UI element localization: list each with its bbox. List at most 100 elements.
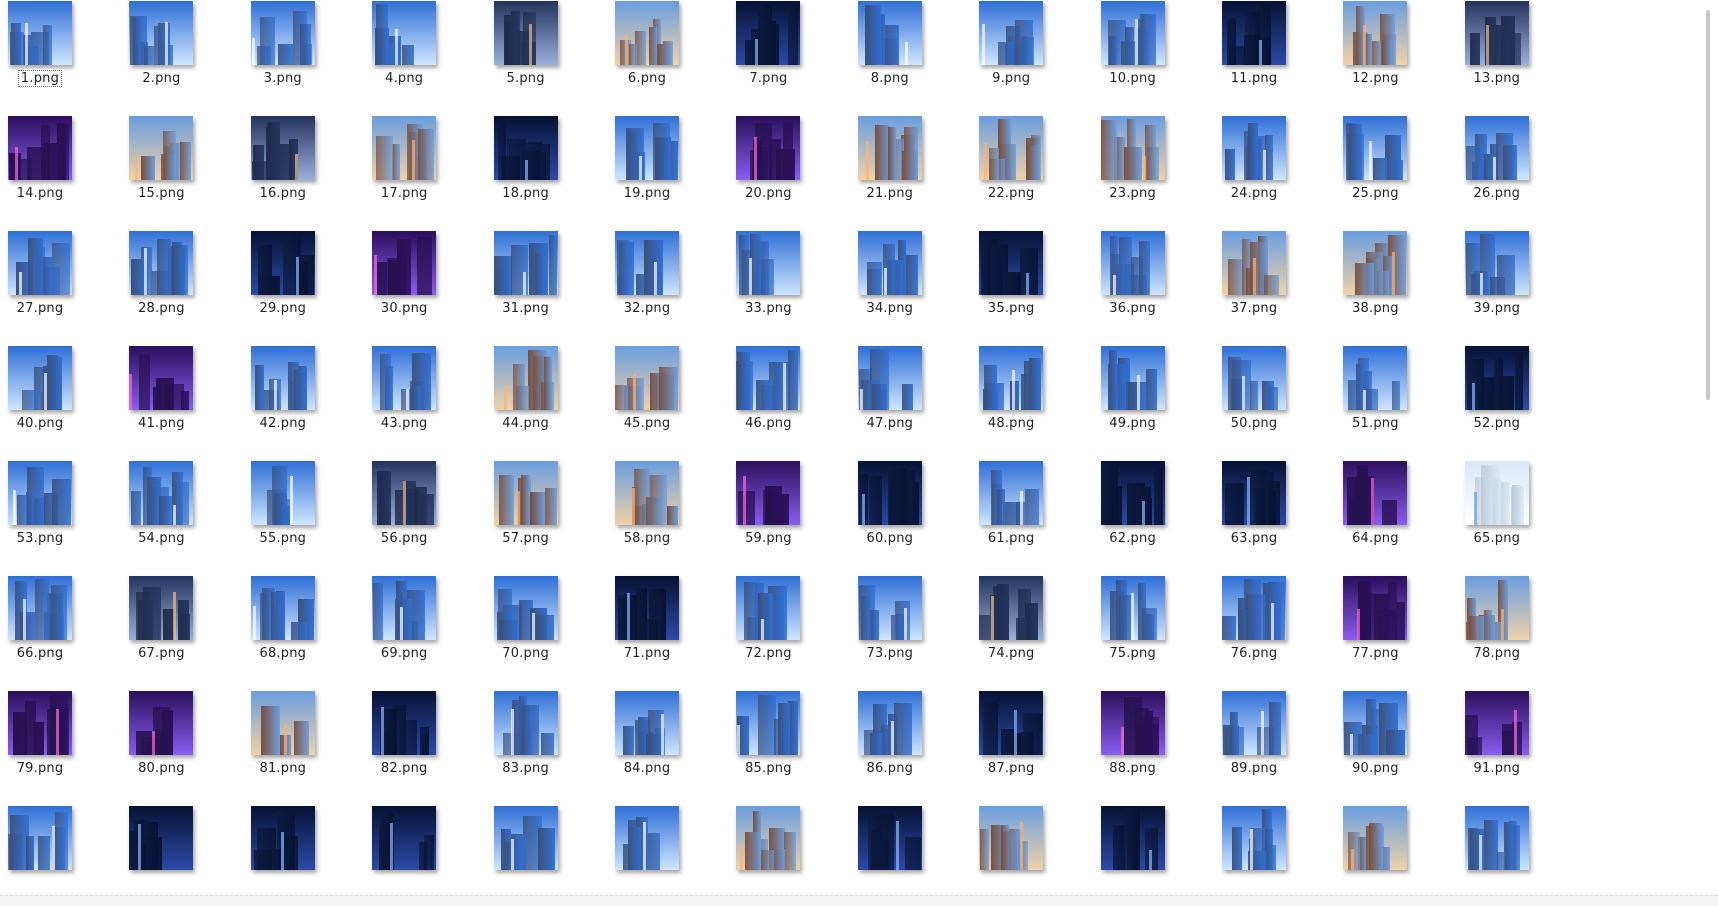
image-thumbnail[interactable] (372, 806, 437, 870)
file-tile[interactable]: 26.png (1457, 116, 1579, 242)
image-thumbnail[interactable] (857, 576, 922, 640)
image-thumbnail[interactable] (615, 346, 679, 410)
file-tile[interactable]: 33.png (728, 231, 850, 357)
file-tile[interactable]: 20.png (728, 116, 850, 242)
image-thumbnail[interactable] (1343, 576, 1408, 640)
file-tile[interactable]: 62.png (1093, 461, 1215, 587)
file-tile[interactable]: 25.png (1335, 116, 1457, 242)
file-tile[interactable]: 66.png (0, 576, 122, 702)
image-thumbnail[interactable] (736, 691, 801, 755)
image-thumbnail[interactable] (250, 116, 315, 180)
file-tile[interactable]: 64.png (1335, 461, 1457, 587)
file-tile[interactable]: 84.png (607, 691, 729, 817)
file-tile[interactable]: 50.png (1214, 346, 1336, 472)
image-thumbnail[interactable] (1343, 691, 1408, 755)
file-tile[interactable]: 15.png (121, 116, 243, 242)
image-thumbnail[interactable] (1343, 116, 1408, 180)
image-thumbnail[interactable] (250, 461, 315, 525)
file-tile[interactable]: 76.png (1214, 576, 1336, 702)
file-tile[interactable]: 34.png (850, 231, 972, 357)
image-thumbnail[interactable] (372, 691, 437, 755)
image-thumbnail[interactable] (1100, 461, 1165, 525)
image-thumbnail[interactable] (1222, 116, 1286, 180)
file-tile[interactable]: 13.png (1457, 1, 1579, 127)
file-tile[interactable] (971, 806, 1093, 895)
image-thumbnail[interactable] (736, 1, 801, 65)
image-thumbnail[interactable] (979, 461, 1044, 525)
image-thumbnail[interactable] (250, 1, 315, 65)
file-tile[interactable]: 88.png (1093, 691, 1215, 817)
file-tile[interactable]: 71.png (607, 576, 729, 702)
file-tile[interactable]: 61.png (971, 461, 1093, 587)
image-thumbnail[interactable] (8, 806, 72, 870)
file-tile[interactable]: 36.png (1093, 231, 1215, 357)
image-thumbnail[interactable] (129, 346, 194, 410)
image-thumbnail[interactable] (250, 806, 315, 870)
file-tile[interactable]: 1.png (0, 1, 122, 127)
file-tile[interactable]: 23.png (1093, 116, 1215, 242)
file-tile[interactable]: 10.png (1093, 1, 1215, 127)
vertical-scrollbar[interactable] (1700, 0, 1718, 895)
image-thumbnail[interactable] (493, 461, 558, 525)
image-thumbnail[interactable] (857, 231, 922, 295)
image-thumbnail[interactable] (493, 806, 558, 870)
image-thumbnail[interactable] (8, 116, 72, 180)
file-tile[interactable]: 87.png (971, 691, 1093, 817)
image-thumbnail[interactable] (1464, 1, 1529, 65)
image-thumbnail[interactable] (615, 231, 679, 295)
file-tile[interactable] (364, 806, 486, 895)
file-tile[interactable]: 53.png (0, 461, 122, 587)
file-tile[interactable]: 58.png (607, 461, 729, 587)
file-tile[interactable]: 69.png (364, 576, 486, 702)
image-thumbnail[interactable] (8, 1, 72, 65)
file-tile[interactable]: 28.png (121, 231, 243, 357)
image-thumbnail[interactable] (1343, 806, 1408, 870)
file-tile[interactable]: 65.png (1457, 461, 1579, 587)
image-thumbnail[interactable] (857, 346, 922, 410)
file-tile[interactable] (121, 806, 243, 895)
image-thumbnail[interactable] (1464, 461, 1529, 525)
image-thumbnail[interactable] (8, 461, 72, 525)
image-thumbnail[interactable] (372, 346, 437, 410)
file-tile[interactable]: 74.png (971, 576, 1093, 702)
file-tile[interactable]: 85.png (728, 691, 850, 817)
file-tile[interactable]: 4.png (364, 1, 486, 127)
file-tile[interactable]: 40.png (0, 346, 122, 472)
file-tile[interactable]: 57.png (486, 461, 608, 587)
image-thumbnail[interactable] (372, 231, 437, 295)
image-thumbnail[interactable] (857, 691, 922, 755)
file-tile[interactable]: 67.png (121, 576, 243, 702)
image-thumbnail[interactable] (615, 1, 679, 65)
image-thumbnail[interactable] (979, 116, 1044, 180)
file-tile[interactable] (1093, 806, 1215, 895)
file-tile[interactable]: 77.png (1335, 576, 1457, 702)
file-tile[interactable]: 59.png (728, 461, 850, 587)
file-tile[interactable]: 22.png (971, 116, 1093, 242)
file-tile[interactable] (850, 806, 972, 895)
file-tile[interactable]: 17.png (364, 116, 486, 242)
file-tile[interactable] (0, 806, 122, 895)
file-tile[interactable]: 42.png (243, 346, 365, 472)
file-tile[interactable] (486, 806, 608, 895)
image-thumbnail[interactable] (1464, 806, 1529, 870)
file-tile[interactable]: 52.png (1457, 346, 1579, 472)
file-tile[interactable]: 80.png (121, 691, 243, 817)
image-thumbnail[interactable] (1464, 346, 1529, 410)
image-thumbnail[interactable] (8, 346, 72, 410)
file-tile[interactable]: 55.png (243, 461, 365, 587)
image-thumbnail[interactable] (129, 806, 194, 870)
image-thumbnail[interactable] (8, 576, 72, 640)
file-tile[interactable]: 14.png (0, 116, 122, 242)
image-thumbnail[interactable] (857, 1, 922, 65)
image-thumbnail[interactable] (129, 691, 194, 755)
image-thumbnail[interactable] (857, 116, 922, 180)
image-thumbnail[interactable] (979, 231, 1044, 295)
image-thumbnail[interactable] (615, 691, 679, 755)
image-thumbnail[interactable] (857, 806, 922, 870)
image-thumbnail[interactable] (1100, 231, 1165, 295)
image-thumbnail[interactable] (1100, 576, 1165, 640)
image-thumbnail[interactable] (8, 691, 72, 755)
image-thumbnail[interactable] (372, 1, 437, 65)
file-tile[interactable]: 29.png (243, 231, 365, 357)
image-thumbnail[interactable] (1100, 116, 1165, 180)
